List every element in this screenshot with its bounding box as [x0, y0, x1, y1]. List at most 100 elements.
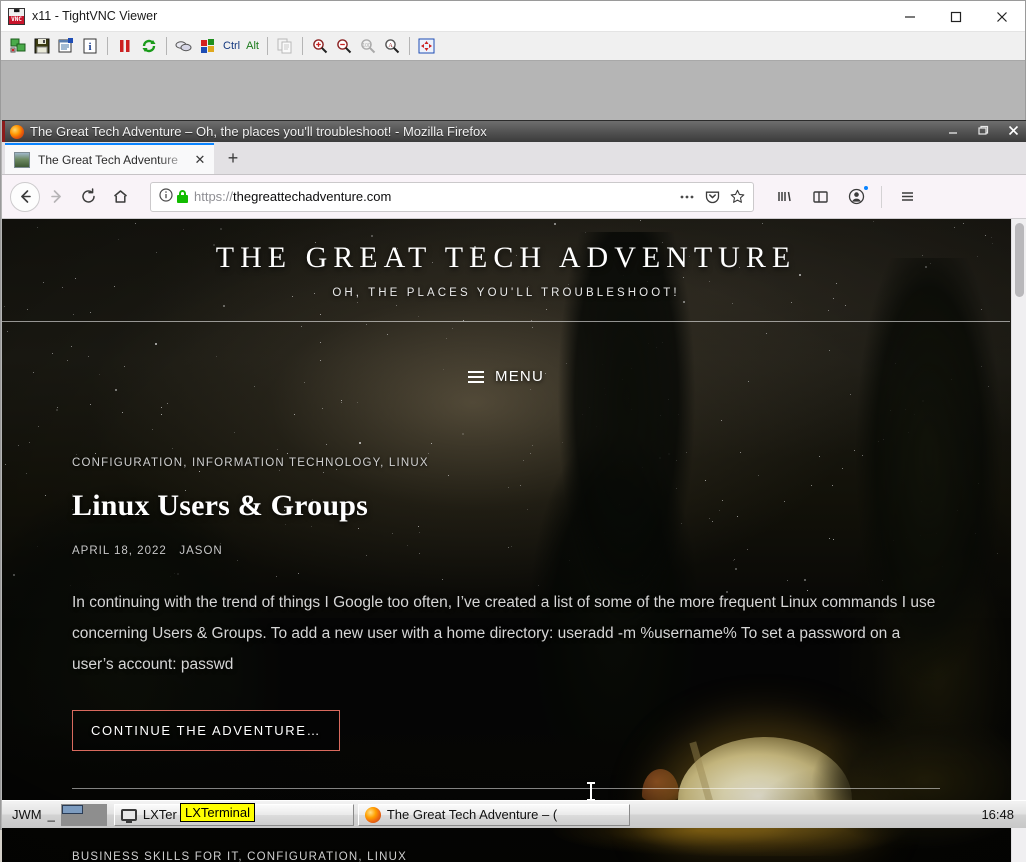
pocket-icon[interactable]	[705, 189, 720, 204]
workspace-1[interactable]	[61, 804, 84, 814]
toolbar-divider	[301, 37, 303, 55]
taskbar-item-label: LXTer	[142, 807, 177, 822]
jwm-menu-button[interactable]: JWM	[2, 807, 48, 822]
site-tagline: OH, THE PLACES YOU'LL TROUBLESHOOT!	[332, 287, 680, 299]
fullscreen-button[interactable]	[415, 35, 439, 58]
post-article: BUSINESS SKILLS FOR IT, CONFIGURATION, L…	[2, 851, 1010, 862]
new-tab-button[interactable]: +	[214, 143, 252, 174]
tab-label: The Great Tech Adventure	[38, 152, 178, 167]
page-scroll-area[interactable]: THE GREAT TECH ADVENTURE OH, THE PLACES …	[2, 219, 1026, 862]
page-actions-icon[interactable]	[679, 194, 695, 200]
page-scrollbar-thumb[interactable]	[1015, 223, 1024, 297]
url-bar[interactable]: https://thegreattechadventure.com	[150, 181, 754, 212]
monitor-icon	[120, 809, 137, 823]
svg-text:i: i	[88, 41, 91, 53]
vnc-minimize-button[interactable]	[887, 1, 933, 32]
clock: 16:48	[981, 807, 1014, 822]
zoom-in-button[interactable]	[308, 35, 332, 58]
send-alt-button[interactable]: Alt	[243, 40, 262, 52]
vnc-viewer-window: ■■ VNC x11 - TightVNC Viewer i Ctrl Alt …	[0, 0, 1026, 862]
site-title[interactable]: THE GREAT TECH ADVENTURE	[2, 241, 1010, 275]
toolbar-divider	[408, 37, 410, 55]
toolbar-divider	[266, 37, 268, 55]
back-button[interactable]	[10, 181, 40, 212]
workspace-3[interactable]	[61, 815, 84, 825]
post-title[interactable]: Linux Users & Groups	[72, 489, 940, 523]
url-host: thegreattechadventure.com	[233, 189, 392, 204]
page-vertical-scrollbar[interactable]	[1011, 219, 1026, 862]
post-meta: APRIL 18, 2022 JASON	[72, 545, 940, 557]
send-ctrl-button[interactable]: Ctrl	[220, 40, 243, 52]
firefox-close-button[interactable]	[1006, 125, 1020, 139]
vnc-remote-desktop[interactable]: The Great Tech Adventure – Oh, the place…	[1, 61, 1026, 862]
taskbar: JWM _ LXTer The Great Tech Adventure – (…	[2, 800, 1026, 828]
zoom-100-button[interactable]: 100	[356, 35, 380, 58]
workspace-2[interactable]	[84, 804, 106, 814]
web-page-viewport[interactable]: THE GREAT TECH ADVENTURE OH, THE PLACES …	[2, 219, 1026, 862]
firefox-navigation-bar: https://thegreattechadventure.com	[2, 175, 1026, 219]
url-text[interactable]: https://thegreattechadventure.com	[194, 189, 679, 204]
lxterminal-tooltip: LXTerminal	[180, 803, 256, 822]
post-excerpt: In continuing with the trend of things I…	[72, 594, 936, 673]
library-icon[interactable]	[768, 181, 800, 213]
home-button[interactable]	[104, 181, 136, 213]
firefox-minimize-button[interactable]	[946, 125, 960, 139]
zoom-out-button[interactable]	[332, 35, 356, 58]
account-icon[interactable]	[840, 181, 872, 213]
zoom-auto-button[interactable]: A	[380, 35, 404, 58]
post-categories[interactable]: BUSINESS SKILLS FOR IT, CONFIGURATION, L…	[72, 851, 940, 862]
taskbar-item-firefox[interactable]: The Great Tech Adventure – (	[357, 803, 630, 826]
vnc-close-button[interactable]	[979, 1, 1025, 32]
firefox-window-controls	[946, 121, 1020, 143]
secure-lock-icon[interactable]	[177, 190, 188, 203]
continue-adventure-button[interactable]: CONTINUE THE ADVENTURE…	[72, 710, 341, 751]
firefox-window: The Great Tech Adventure – Oh, the place…	[2, 120, 1026, 862]
firefox-window-title: The Great Tech Adventure – Oh, the place…	[30, 124, 487, 139]
page-content: THE GREAT TECH ADVENTURE OH, THE PLACES …	[2, 219, 1010, 862]
url-bar-actions	[679, 189, 747, 204]
transfer-files-button[interactable]	[273, 35, 297, 58]
nav-divider	[881, 185, 882, 208]
svg-text:100: 100	[362, 43, 371, 49]
vnc-titlebar: ■■ VNC x11 - TightVNC Viewer	[1, 1, 1025, 32]
app-menu-button[interactable]	[891, 181, 923, 213]
send-ctrl-esc-button[interactable]	[196, 35, 220, 58]
vnc-toolbar: i Ctrl Alt 100 A	[1, 32, 1025, 61]
jwm-minimize-button[interactable]: _	[48, 807, 61, 822]
save-connection-button[interactable]	[30, 35, 54, 58]
vnc-window-controls	[887, 1, 1025, 32]
connection-options-button[interactable]	[54, 35, 78, 58]
connection-info-button[interactable]: i	[78, 35, 102, 58]
workspace-4[interactable]	[84, 815, 106, 825]
tab-close-icon[interactable]: ✕	[192, 152, 208, 168]
workspace-pager[interactable]	[60, 803, 107, 826]
url-scheme: https://	[194, 189, 234, 204]
vnc-logo-icon: ■■ VNC	[8, 7, 25, 25]
new-connection-button[interactable]	[6, 35, 30, 58]
post-date[interactable]: APRIL 18, 2022	[72, 545, 167, 557]
post-author[interactable]: JASON	[179, 545, 222, 557]
site-menu-toggle[interactable]: MENU	[2, 346, 1010, 395]
forward-button[interactable]	[40, 181, 72, 213]
site-identity-icon[interactable]	[157, 188, 175, 205]
firefox-logo-icon	[10, 124, 24, 139]
vnc-maximize-button[interactable]	[933, 1, 979, 32]
firefox-restore-button[interactable]	[976, 125, 990, 139]
pause-button[interactable]	[113, 35, 137, 58]
sidebar-icon[interactable]	[804, 181, 836, 213]
reload-button[interactable]	[72, 181, 104, 213]
firefox-icon	[364, 806, 381, 823]
toolbar-divider	[166, 37, 167, 55]
refresh-button[interactable]	[137, 35, 161, 58]
hamburger-icon	[468, 370, 485, 383]
send-ctrl-alt-del-button[interactable]	[172, 35, 196, 58]
bookmark-star-icon[interactable]	[730, 189, 745, 204]
post-categories[interactable]: CONFIGURATION, INFORMATION TECHNOLOGY, L…	[72, 457, 940, 469]
toolbar-divider	[107, 37, 108, 55]
tab-favicon-icon	[14, 151, 30, 168]
site-header: THE GREAT TECH ADVENTURE OH, THE PLACES …	[2, 219, 1010, 346]
tab-great-tech-adventure[interactable]: The Great Tech Adventure ✕	[5, 143, 214, 174]
vnc-window-title: x11 - TightVNC Viewer	[32, 9, 158, 23]
taskbar-item-label: The Great Tech Adventure – (	[386, 807, 558, 822]
account-notification-badge	[863, 184, 869, 191]
